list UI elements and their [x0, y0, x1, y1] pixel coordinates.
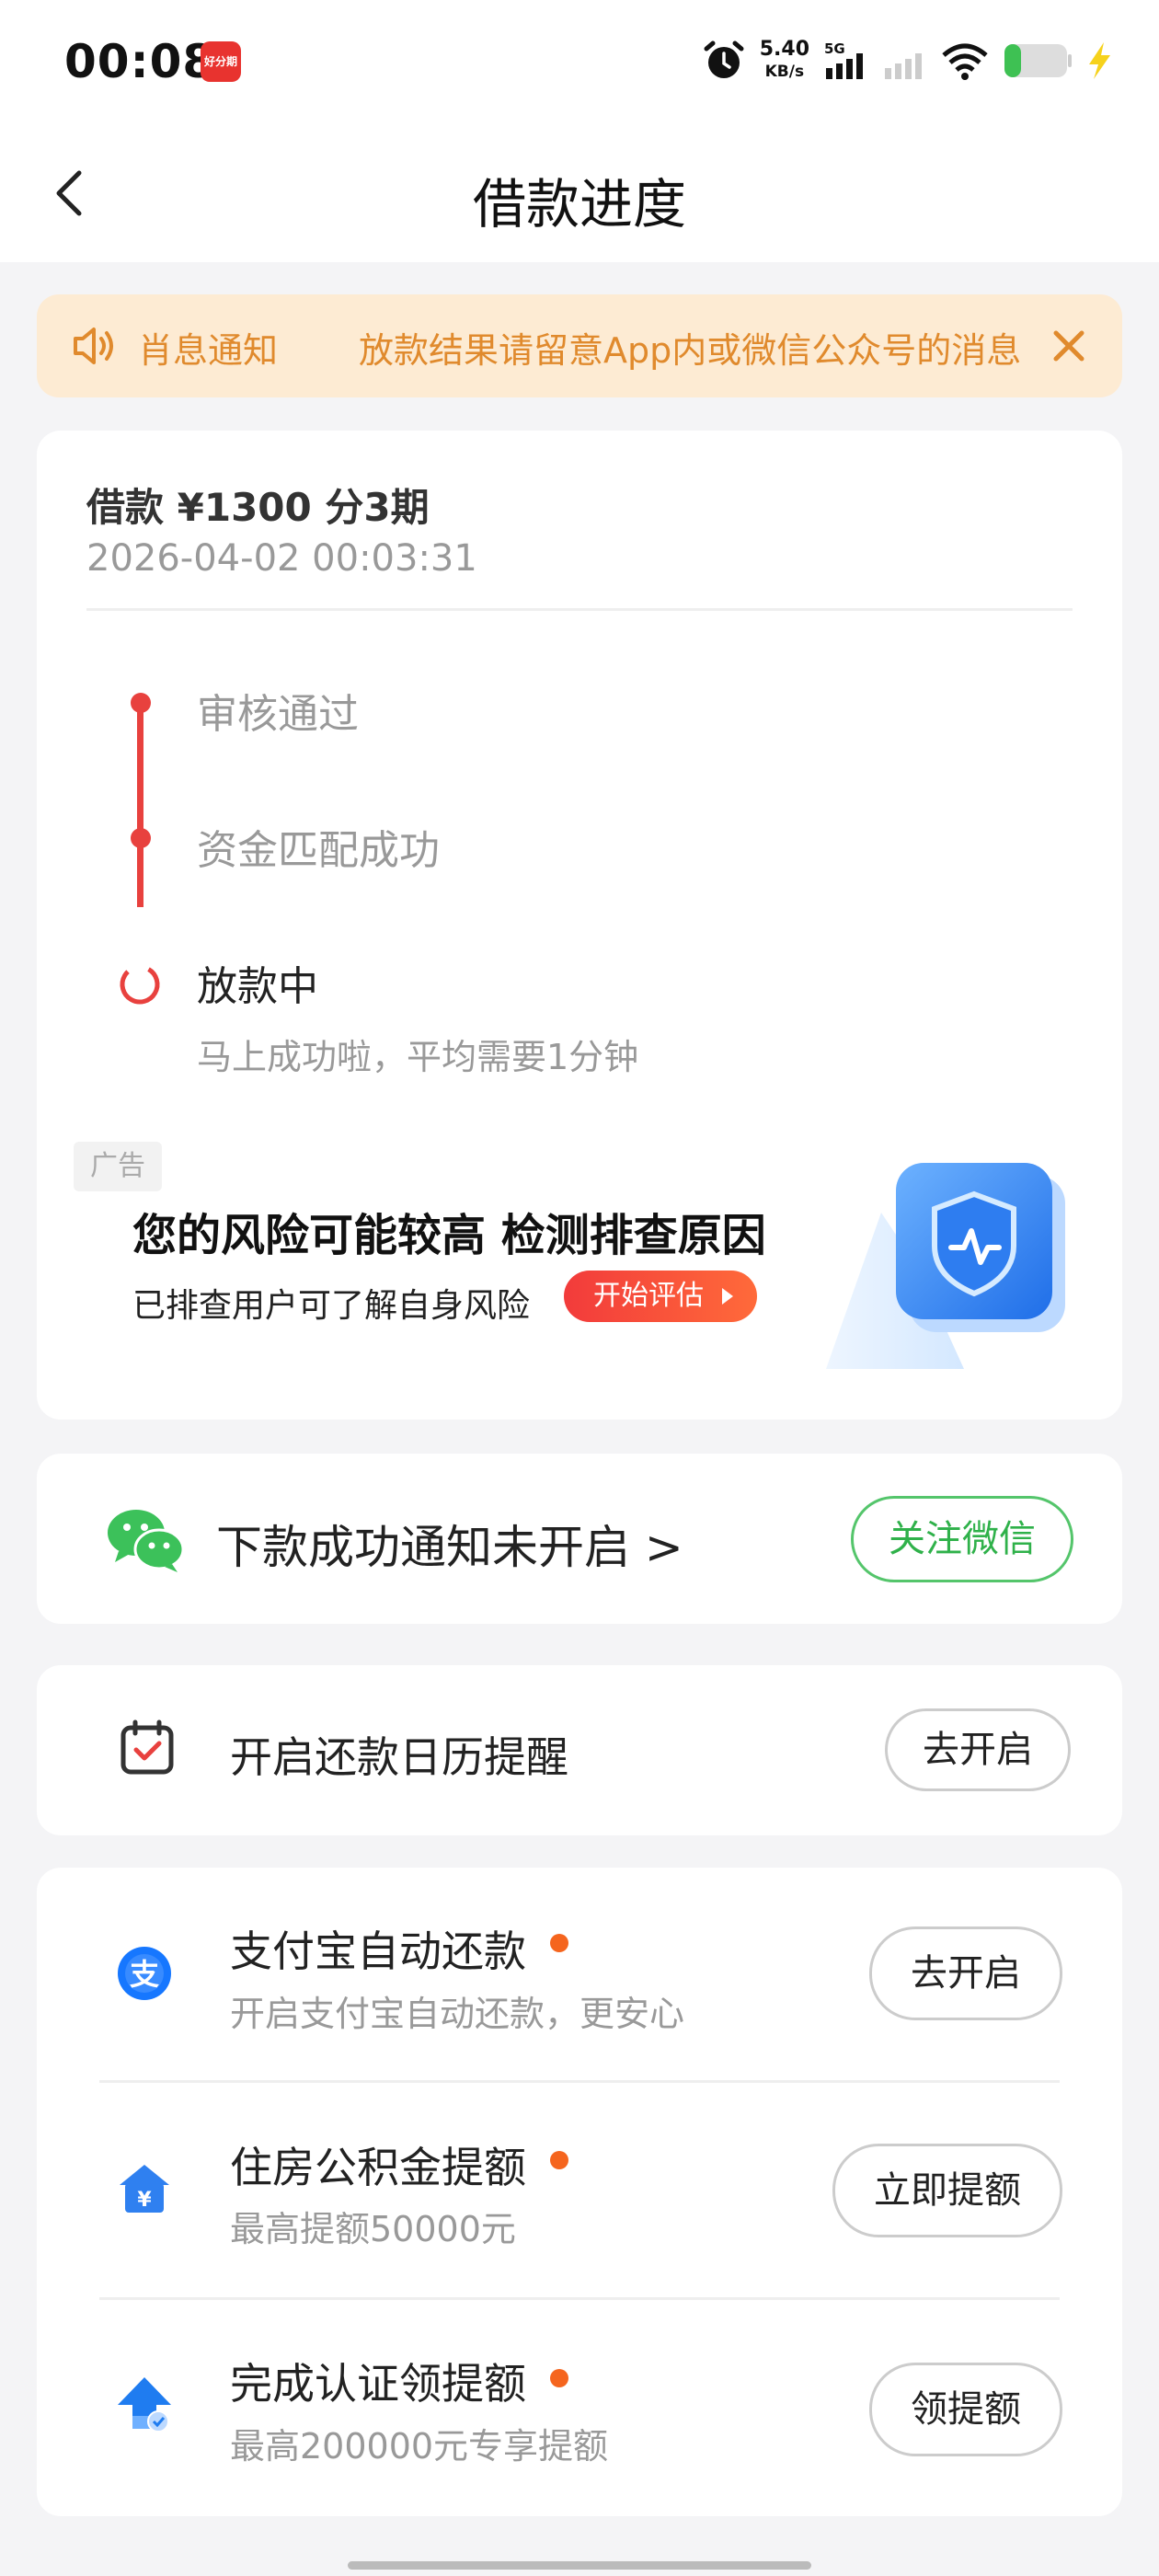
follow-wechat-button[interactable]: 关注微信: [851, 1496, 1073, 1582]
signal-weak-icon: [885, 53, 922, 79]
verify-upgrade-icon: [118, 2377, 171, 2432]
divider: [99, 2080, 1060, 2083]
step-disbursing-sub: 马上成功啦，平均需要1分钟: [197, 1037, 639, 1077]
housing-fund-sub: 最高提额50000元: [230, 2209, 516, 2249]
loan-progress-card: 借款 ¥1300 分3期 2026-04-02 00:03:31 审核通过 资金…: [37, 431, 1122, 1420]
ad-title[interactable]: 您的风险可能较高 检测排查原因: [132, 1199, 766, 1263]
verify-boost-sub: 最高200000元专享提额: [230, 2426, 609, 2467]
step-approved: 审核通过: [197, 691, 359, 738]
timeline-dot-done: [131, 693, 151, 713]
housing-fund-boost-button[interactable]: 立即提额: [832, 2144, 1062, 2237]
calendar-reminder-card: 开启还款日历提醒 去开启: [37, 1665, 1122, 1835]
app-badge-icon: 好分期: [201, 41, 241, 82]
housing-fund-icon: ¥: [120, 2165, 169, 2213]
alipay-glyph: 支: [130, 1957, 159, 1992]
notice-message: 放款结果请留意App内或微信公众号的消息: [359, 330, 1022, 371]
new-dot: [550, 2151, 568, 2169]
new-dot: [550, 2369, 568, 2387]
network-label: 5G: [824, 40, 845, 57]
new-dot: [550, 1934, 568, 1952]
housing-fund-title: 住房公积金提额: [230, 2143, 526, 2192]
signal-icon: 5G: [824, 40, 863, 79]
wechat-icon: [108, 1510, 185, 1572]
calendar-reminder-text: 开启还款日历提醒: [230, 1732, 568, 1782]
speaker-icon: [74, 328, 113, 364]
yuan-glyph: ¥: [137, 2189, 152, 2212]
divider: [86, 608, 1073, 611]
wechat-notify-card[interactable]: 下款成功通知未开启 > 关注微信: [37, 1454, 1122, 1624]
close-icon[interactable]: [1049, 326, 1089, 366]
start-assessment-button[interactable]: 开始评估: [564, 1271, 757, 1322]
alipay-icon: 支: [118, 1947, 171, 2000]
notice-bar: 肖息通知 放款结果请留意App内或微信公众号的消息: [37, 294, 1122, 397]
page-title: 借款进度: [472, 173, 686, 236]
start-assessment-label: 开始评估: [593, 1280, 704, 1312]
charging-icon: [1089, 42, 1110, 79]
nav-bar: 借款进度: [0, 124, 1159, 262]
net-speed: 5.40 KB/s: [760, 39, 809, 83]
wifi-icon: [942, 43, 988, 80]
credit-boost-card: 支 支付宝自动还款 开启支付宝自动还款，更安心 去开启 ¥ 住房公积金提额 最高…: [37, 1868, 1122, 2516]
ad-tag: 广告: [74, 1142, 162, 1191]
verify-boost-title: 完成认证领提额: [230, 2359, 526, 2409]
net-speed-unit: KB/s: [764, 63, 805, 81]
step-matched: 资金匹配成功: [197, 827, 440, 874]
alipay-enable-button[interactable]: 去开启: [869, 1926, 1062, 2020]
home-indicator[interactable]: [348, 2561, 811, 2570]
divider: [99, 2297, 1060, 2300]
enable-calendar-button[interactable]: 去开启: [885, 1708, 1071, 1791]
wechat-notify-text[interactable]: 下款成功通知未开启 >: [216, 1511, 683, 1577]
alarm-icon: [704, 40, 744, 78]
status-bar: 00:08 好分期 5.40 KB/s 5G: [0, 0, 1159, 124]
notice-label: 肖息通知: [138, 330, 279, 371]
loan-summary: 借款 ¥1300 分3期: [86, 485, 430, 530]
battery-icon: [1004, 44, 1072, 77]
status-time: 00:08: [64, 35, 216, 88]
claim-boost-button[interactable]: 领提额: [869, 2363, 1062, 2456]
timeline-dot-done: [131, 828, 151, 848]
step-disbursing: 放款中: [197, 963, 318, 1010]
calendar-check-icon: [120, 1719, 174, 1775]
play-triangle-icon: [722, 1288, 733, 1305]
ad-subtitle: 已排查用户可了解自身风险: [132, 1287, 531, 1325]
alipay-autopay-sub: 开启支付宝自动还款，更安心: [230, 1994, 685, 2034]
alipay-autopay-title: 支付宝自动还款: [230, 1926, 526, 1976]
net-speed-value: 5.40: [759, 38, 809, 61]
shield-check-icon: [826, 1163, 1065, 1369]
timeline-line: [137, 703, 143, 907]
status-icons: 5.40 KB/s 5G: [701, 33, 1113, 88]
loan-time: 2026-04-02 00:03:31: [86, 537, 477, 580]
loading-spinner-icon: [120, 964, 160, 1005]
